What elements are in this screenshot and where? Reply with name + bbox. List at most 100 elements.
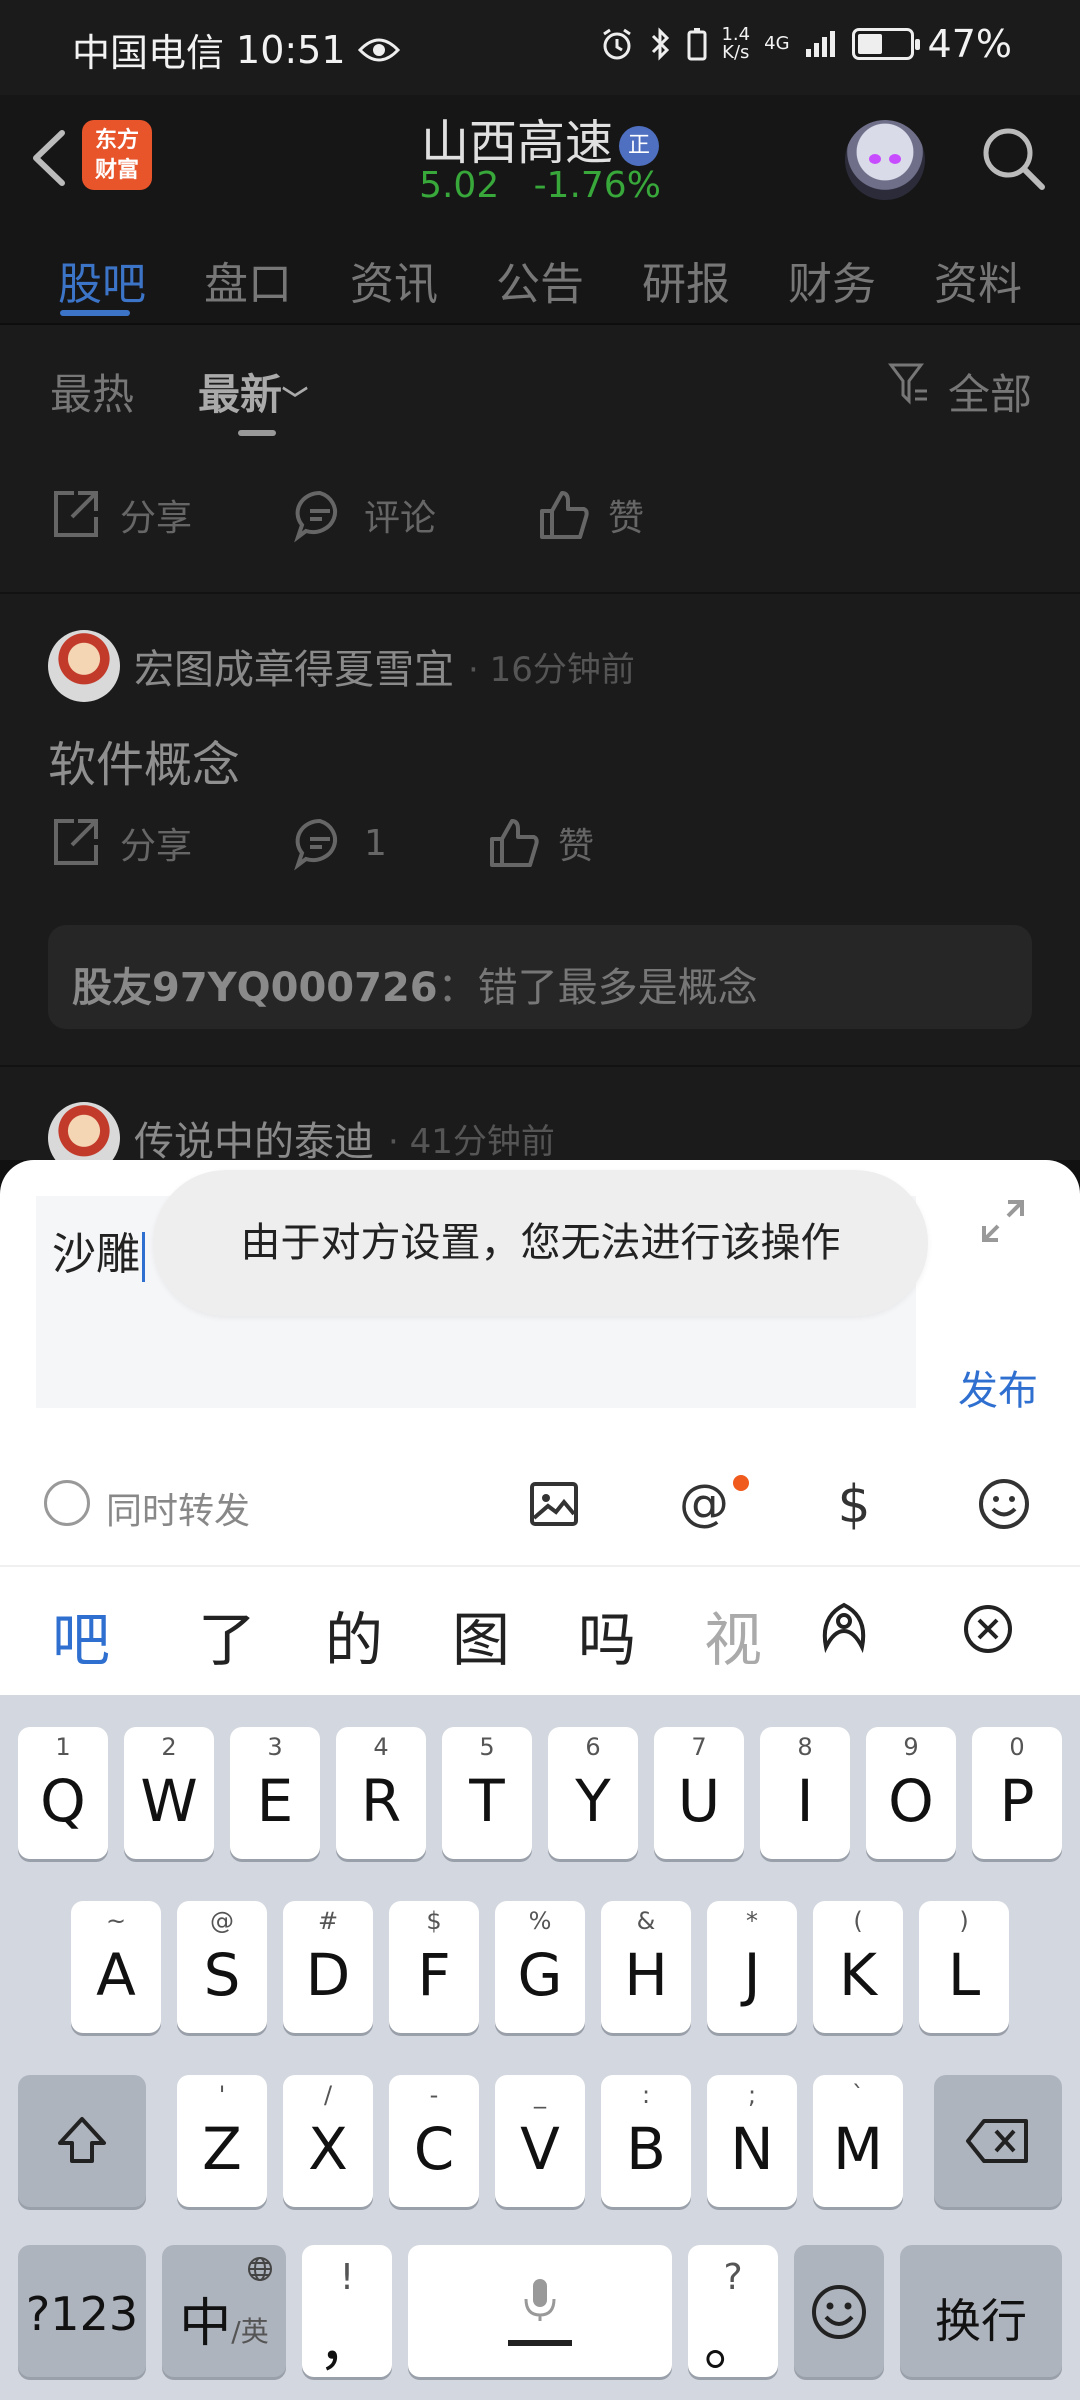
candidate-word[interactable]: 了 xyxy=(198,1593,256,1677)
key-v[interactable]: _ V xyxy=(495,2075,585,2207)
key-w[interactable]: 2W xyxy=(124,1727,214,1859)
reply-preview[interactable]: 股友97YQ000726：错了最多是概念 xyxy=(48,925,1032,1029)
divider xyxy=(0,592,1080,594)
sort-latest[interactable]: 最新﹀ xyxy=(198,361,308,422)
forward-label[interactable]: 同时转发 xyxy=(106,1482,250,1534)
key-e[interactable]: 3E xyxy=(230,1727,320,1859)
numbers-key[interactable]: ?123 xyxy=(18,2245,146,2377)
avatar[interactable] xyxy=(48,630,120,702)
reply-text: ：错了最多是概念 xyxy=(437,965,758,1011)
key-alt-char: 5 xyxy=(479,1733,495,1761)
key-p[interactable]: 0P xyxy=(972,1727,1062,1859)
key-g[interactable]: % G xyxy=(495,1901,585,2033)
comment-button[interactable]: 1 xyxy=(292,815,387,871)
filter-icon[interactable] xyxy=(888,361,930,409)
backspace-key[interactable] xyxy=(934,2075,1062,2207)
tab-research[interactable]: 研报 xyxy=(642,248,730,312)
key-y[interactable]: 6Y xyxy=(548,1727,638,1859)
shift-key[interactable] xyxy=(18,2075,146,2207)
key-letter: X xyxy=(308,2115,348,2183)
post-author[interactable]: 宏图成章得夏雪宜 xyxy=(134,637,454,695)
key-q[interactable]: 1Q xyxy=(18,1727,108,1859)
key-h[interactable]: & H xyxy=(601,1901,691,2033)
enter-key[interactable]: 换行 xyxy=(900,2245,1062,2377)
candidate-word[interactable]: 视 xyxy=(704,1593,762,1677)
emoji-key[interactable] xyxy=(794,2245,884,2377)
post-header[interactable]: 传说中的泰迪 · 41分钟前 xyxy=(48,1102,555,1160)
comment-icon xyxy=(294,818,338,871)
share-button[interactable]: 分享 xyxy=(48,815,192,871)
post-body[interactable]: 软件概念 xyxy=(48,725,240,795)
key-r[interactable]: 4R xyxy=(336,1727,426,1859)
key-m[interactable]: ` M xyxy=(813,2075,903,2207)
key-alt-char: $ xyxy=(426,1907,442,1935)
key-d[interactable]: # D xyxy=(283,1901,373,2033)
key-alt-char: # xyxy=(317,1907,339,1935)
close-candidates-icon[interactable] xyxy=(962,1603,1014,1655)
battery-icon xyxy=(851,28,920,60)
tab-guba[interactable]: 股吧 xyxy=(58,248,146,312)
handwriting-icon[interactable] xyxy=(814,1597,874,1657)
post-author[interactable]: 传说中的泰迪 xyxy=(134,1109,374,1160)
comma-key[interactable]: ! ， xyxy=(302,2245,392,2378)
comment-button[interactable]: 评论 xyxy=(292,487,436,543)
post-header[interactable]: 宏图成章得夏雪宜 · 16分钟前 xyxy=(48,630,635,702)
share-label: 分享 xyxy=(120,826,193,867)
key-n[interactable]: ; N xyxy=(707,2075,797,2207)
key-a[interactable]: ~ A xyxy=(71,1901,161,2033)
battery-fill xyxy=(857,34,882,54)
signal-icon xyxy=(805,31,835,57)
key-alt-char: * xyxy=(746,1907,758,1935)
toast-message: 由于对方设置，您无法进行该操作 xyxy=(153,1170,928,1316)
key-s[interactable]: @ S xyxy=(177,1901,267,2033)
key-u[interactable]: 7U xyxy=(654,1727,744,1859)
candidate-word[interactable]: 的 xyxy=(325,1593,383,1677)
key-letter: Y xyxy=(575,1767,611,1835)
tab-news[interactable]: 资讯 xyxy=(350,248,438,312)
like-button[interactable]: 赞 xyxy=(486,815,594,871)
signal-type: 4G xyxy=(764,33,790,54)
dollar-icon[interactable]: $ xyxy=(824,1474,884,1534)
key-j[interactable]: * J xyxy=(707,1901,797,2033)
robot-assistant-icon[interactable] xyxy=(845,120,925,200)
key-t[interactable]: 5T xyxy=(442,1727,532,1859)
key-l[interactable]: ) L xyxy=(919,1901,1009,2033)
share-button[interactable]: 分享 xyxy=(48,487,192,543)
tab-pankou[interactable]: 盘口 xyxy=(204,248,292,312)
key-c[interactable]: -C xyxy=(389,2075,479,2207)
enter-key-label: 换行 xyxy=(935,2294,1027,2348)
tab-profile[interactable]: 资料 xyxy=(934,248,1022,312)
candidate-word[interactable]: 吧 xyxy=(52,1593,110,1677)
sort-hot[interactable]: 最热 xyxy=(50,361,134,422)
filter-all[interactable]: 全部 xyxy=(948,361,1032,422)
tab-announcements[interactable]: 公告 xyxy=(496,248,584,312)
search-icon[interactable] xyxy=(978,123,1048,193)
publish-button[interactable]: 发布 xyxy=(958,1358,1038,1416)
key-f[interactable]: $ F xyxy=(389,1901,479,2033)
period-key[interactable]: ? 。 xyxy=(688,2245,778,2378)
language-key[interactable]: 中/英 xyxy=(162,2245,286,2377)
key-b[interactable]: :B xyxy=(601,2075,691,2207)
battery-percent: 47% xyxy=(927,22,1012,66)
space-key[interactable] xyxy=(408,2245,672,2377)
emoji-icon[interactable] xyxy=(974,1474,1034,1534)
tab-finance[interactable]: 财务 xyxy=(788,248,876,312)
key-alt-char: 8 xyxy=(797,1733,813,1761)
reply-author[interactable]: 股友97YQ000726 xyxy=(72,965,438,1011)
key-i[interactable]: 8I xyxy=(760,1727,850,1859)
key-k[interactable]: (K xyxy=(813,1901,903,2033)
image-icon[interactable] xyxy=(524,1474,584,1534)
forward-checkbox[interactable] xyxy=(44,1480,90,1526)
key-alt-char: 2 xyxy=(161,1733,177,1761)
key-o[interactable]: 9O xyxy=(866,1727,956,1859)
candidate-word[interactable]: 吗 xyxy=(578,1593,636,1677)
key-z[interactable]: ' Z xyxy=(177,2075,267,2207)
candidate-word[interactable]: 图 xyxy=(452,1593,510,1677)
key-x[interactable]: / X xyxy=(283,2075,373,2207)
avatar[interactable] xyxy=(48,1102,120,1160)
key-alt-char: @ xyxy=(210,1907,234,1935)
like-button[interactable]: 赞 xyxy=(536,487,644,543)
stock-header: 东方 财富 山西高速正 5.02 -1.76% xyxy=(0,95,1080,220)
at-icon[interactable]: @ xyxy=(674,1474,734,1534)
expand-icon[interactable] xyxy=(978,1196,1028,1246)
